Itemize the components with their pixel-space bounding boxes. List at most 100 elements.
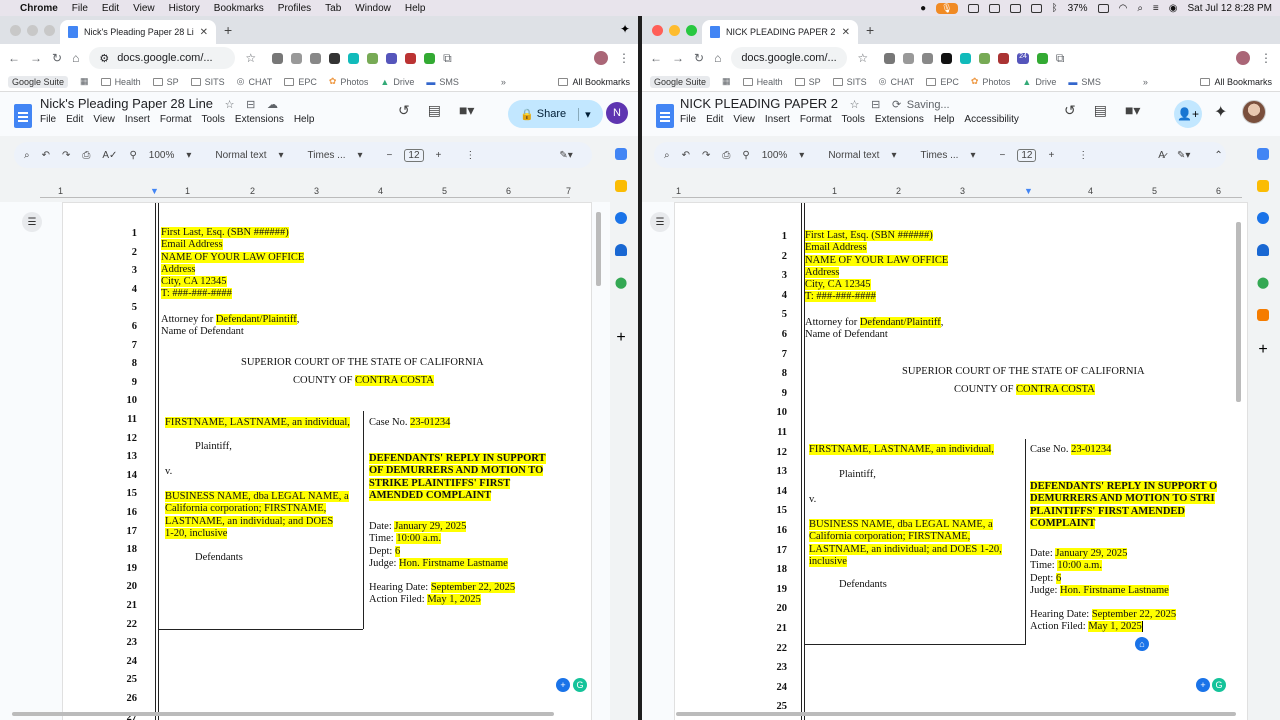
window-icon[interactable]	[1009, 3, 1021, 13]
close-window-button[interactable]	[652, 25, 663, 36]
bookmark-google-suite[interactable]: Google Suite	[650, 75, 711, 88]
bookmark-google-suite[interactable]: Google Suite	[8, 75, 69, 88]
editing-mode-icon[interactable]: ✎▾	[559, 150, 572, 161]
url-field[interactable]: ⚙ docs.google.com/...	[89, 47, 236, 69]
document-outline-icon[interactable]: ☰	[22, 212, 42, 232]
extension-icon[interactable]	[941, 52, 953, 64]
google-docs-logo-icon[interactable]	[656, 104, 674, 128]
docs-menu-format[interactable]: Format	[160, 114, 192, 125]
assistant-icon[interactable]: +	[1196, 678, 1210, 692]
assistant-icon[interactable]: +	[556, 678, 570, 692]
menu-file[interactable]: File	[72, 3, 88, 14]
contacts-icon[interactable]	[615, 244, 627, 256]
search-menus-icon[interactable]: ⌕	[664, 150, 670, 161]
clock[interactable]: Sat Jul 12 8:28 PM	[1188, 3, 1273, 14]
home-icon[interactable]: ⌂	[72, 51, 79, 65]
user-avatar[interactable]	[1242, 100, 1266, 124]
extension-icon[interactable]	[1036, 52, 1048, 64]
docs-menu-accessibility[interactable]: Accessibility	[964, 114, 1018, 125]
horizontal-ruler[interactable]: 1 1 2 3 4 5 6 7 ▼	[40, 186, 571, 200]
font-size-input[interactable]: 12	[1017, 148, 1037, 162]
tasks-icon[interactable]	[615, 212, 627, 224]
menu-tab[interactable]: Tab	[325, 3, 341, 14]
bookmark-health[interactable]: Health	[100, 77, 141, 87]
grammarly-suggestion-icon[interactable]: ⌂	[1135, 637, 1149, 651]
bookmark-star-icon[interactable]: ☆	[857, 51, 868, 65]
apps-grid-icon[interactable]: ▦	[80, 76, 89, 87]
bookmark-sits[interactable]: SITS	[832, 77, 867, 87]
profile-avatar[interactable]	[1236, 51, 1250, 65]
extension-icon[interactable]	[960, 52, 972, 64]
puzzle-icon[interactable]: ⧉	[1056, 51, 1065, 66]
bookmark-chat[interactable]: ◎ CHAT	[879, 76, 915, 87]
editing-mode-icon[interactable]: ✎▾	[1177, 150, 1190, 161]
more-bookmarks-icon[interactable]: »	[501, 77, 506, 87]
menu-window[interactable]: Window	[355, 3, 391, 14]
more-menu-icon[interactable]: ⋮	[618, 51, 630, 65]
contacts-icon[interactable]	[1257, 244, 1269, 256]
extension-icon[interactable]	[291, 52, 303, 64]
docs-menu-tools[interactable]: Tools	[842, 114, 865, 125]
document-page[interactable]: 1 2 3 4 5 6 7 8 9 10 11 12 13 14 15 16 17 18 19 20 21 22 23 24 2…	[62, 202, 592, 720]
all-bookmarks[interactable]: All Bookmarks	[558, 77, 630, 87]
document-page[interactable]: 1 2 3 4 5 6 7 8 9 10 11 12 13 14 15 16 17 18 19 20 21 22 23 24 2…	[674, 202, 1248, 720]
extension-icon[interactable]	[405, 52, 417, 64]
reload-icon[interactable]: ↻	[52, 51, 62, 65]
more-options-icon[interactable]: ⋮	[465, 150, 475, 161]
extension-badge[interactable]: 24	[1017, 52, 1029, 64]
bookmark-sms[interactable]: ▬ SMS	[426, 77, 459, 87]
close-window-button[interactable]	[10, 25, 21, 36]
gemini-icon[interactable]: ✦	[620, 22, 630, 36]
all-bookmarks[interactable]: All Bookmarks	[1200, 77, 1272, 87]
extension-icon[interactable]	[386, 52, 398, 64]
print-icon[interactable]: ⎙	[722, 150, 730, 161]
zoom-select[interactable]: 100%	[762, 150, 788, 161]
control-center-icon[interactable]: ≡	[1153, 3, 1159, 14]
tasks-icon[interactable]	[1257, 212, 1269, 224]
siri-icon[interactable]: ◉	[1169, 3, 1178, 14]
docs-menu-file[interactable]: File	[40, 114, 56, 125]
bookmark-star-icon[interactable]: ☆	[245, 51, 256, 65]
docs-menu-insert[interactable]: Insert	[125, 114, 150, 125]
cloud-status-icon[interactable]: ☁	[267, 99, 278, 111]
paint-format-icon[interactable]: ⚲	[129, 150, 136, 161]
meet-icon[interactable]: ■▾	[459, 102, 474, 119]
share-button[interactable]: 🔒 Share ▾	[508, 100, 603, 128]
indent-marker-icon[interactable]: ▼	[150, 186, 159, 196]
docs-menu-format[interactable]: Format	[800, 114, 832, 125]
increase-font-icon[interactable]: +	[436, 150, 442, 161]
vertical-scrollbar[interactable]	[1236, 222, 1241, 402]
docs-menu-file[interactable]: File	[680, 114, 696, 125]
menu-edit[interactable]: Edit	[102, 3, 119, 14]
more-menu-icon[interactable]: ⋮	[1260, 51, 1272, 65]
bookmark-sp[interactable]: SP	[152, 77, 179, 87]
redo-icon[interactable]: ↷	[62, 150, 70, 161]
bookmark-sits[interactable]: SITS	[190, 77, 225, 87]
bookmark-sms[interactable]: ▬ SMS	[1068, 77, 1101, 87]
bookmark-photos[interactable]: ✿ Photos	[329, 76, 369, 87]
font-select[interactable]: Times ...	[920, 150, 958, 161]
battery-level[interactable]: 37%	[1068, 3, 1088, 14]
docs-menu-view[interactable]: View	[93, 114, 115, 125]
bookmark-drive[interactable]: ▲ Drive	[1022, 77, 1056, 87]
font-size-input[interactable]: 12	[404, 148, 424, 162]
minimize-window-button[interactable]	[669, 25, 680, 36]
site-info-icon[interactable]: ⚙	[99, 52, 109, 65]
gemini-icon[interactable]: ✦	[1214, 102, 1227, 122]
font-select[interactable]: Times ...	[308, 150, 346, 161]
more-bookmarks-icon[interactable]: »	[1143, 77, 1148, 87]
minimize-window-button[interactable]	[27, 25, 38, 36]
extension-icon[interactable]	[979, 52, 991, 64]
browser-tab[interactable]: Nick's Pleading Paper 28 Line ✕	[60, 20, 216, 44]
record-icon[interactable]: ●	[920, 3, 926, 14]
horizontal-ruler[interactable]: 1 1 2 3 4 5 6 ▼	[672, 186, 1242, 200]
bookmark-health[interactable]: Health	[742, 77, 783, 87]
comments-icon[interactable]: ▤	[1094, 102, 1107, 119]
print-icon[interactable]: ⎙	[82, 150, 90, 161]
menu-bookmarks[interactable]: Bookmarks	[214, 3, 264, 14]
decrease-font-icon[interactable]: −	[387, 150, 393, 161]
bookmark-drive[interactable]: ▲ Drive	[380, 77, 414, 87]
docs-menu-view[interactable]: View	[733, 114, 755, 125]
docs-menu-tools[interactable]: Tools	[202, 114, 225, 125]
status-app-icon-2[interactable]	[988, 3, 1000, 13]
